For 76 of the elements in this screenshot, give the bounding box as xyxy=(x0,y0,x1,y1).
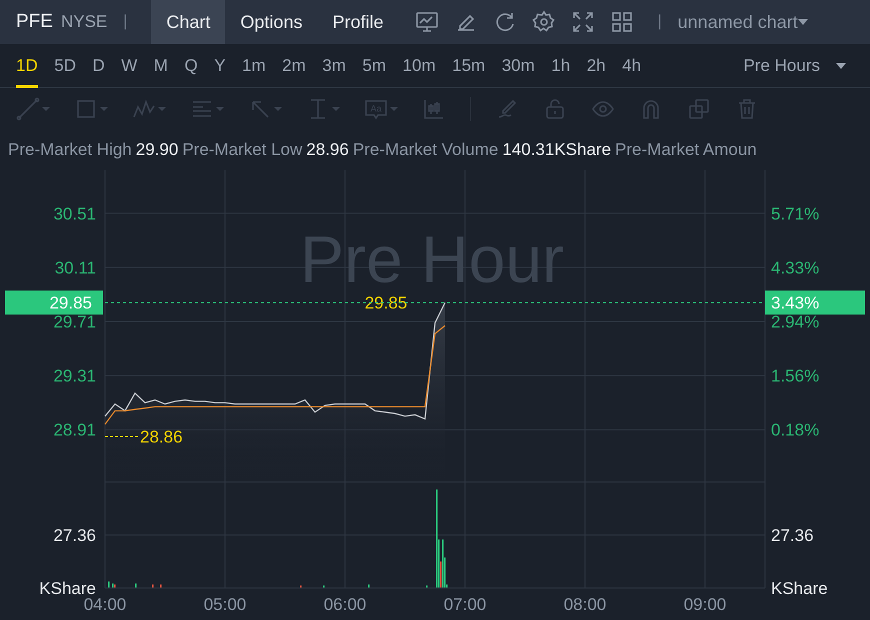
time-tick-label: 07:00 xyxy=(444,595,486,614)
nav-tab[interactable]: Options xyxy=(225,0,318,44)
nav-tab[interactable]: Chart xyxy=(151,0,226,44)
percent-tick-label: 4.33% xyxy=(771,258,820,278)
volume-tick-label: 27.36 xyxy=(53,526,96,545)
line-tool-icon xyxy=(16,97,40,121)
stat-label: Pre-Market Amoun xyxy=(615,139,757,162)
timeframe-tab[interactable]: Q xyxy=(184,44,198,88)
percent-tick-label: 5.71% xyxy=(771,204,820,224)
percent-tick-label: 1.56% xyxy=(771,366,820,386)
caret-icon xyxy=(216,106,224,112)
caret-icon xyxy=(274,106,282,112)
monitor-chart-icon[interactable] xyxy=(414,10,438,34)
low-marker-line xyxy=(104,436,138,437)
timeframe-tab[interactable]: M xyxy=(154,44,168,88)
session-dropdown[interactable]: Pre Hours xyxy=(743,52,846,78)
caret-icon xyxy=(42,106,50,112)
timeframe-tab[interactable]: 2m xyxy=(282,44,306,88)
timeframe-tab[interactable]: 15m xyxy=(452,44,486,88)
timeframe-tab[interactable]: D xyxy=(92,44,105,88)
ticker-symbol: PFE xyxy=(16,10,53,34)
stat-label: Pre-Market Low xyxy=(182,139,302,162)
caret-icon xyxy=(798,18,808,26)
stat-label: Pre-Market High xyxy=(8,139,132,162)
lock-icon xyxy=(543,97,567,121)
timeframe-tab[interactable]: 1h xyxy=(551,44,570,88)
current-change-text: 3.43% xyxy=(771,294,820,313)
grid-layout-icon[interactable] xyxy=(610,10,634,34)
time-tick-label: 09:00 xyxy=(684,595,726,614)
timeframe-tab[interactable]: 2h xyxy=(586,44,606,88)
time-tick-label: 04:00 xyxy=(84,595,126,614)
time-tick-label: 08:00 xyxy=(564,595,606,614)
separator: | xyxy=(123,12,128,32)
price-tick-label: 29.31 xyxy=(53,366,96,386)
stat-value: 28.96 xyxy=(306,139,349,162)
fullscreen-icon[interactable] xyxy=(570,10,594,34)
caret-icon xyxy=(100,106,108,112)
chart-name-dropdown[interactable]: unnamed chart xyxy=(678,8,808,36)
timeframe-tab[interactable]: 5m xyxy=(362,44,386,88)
stat-value: 140.31KShare xyxy=(502,139,612,162)
timeframe-tab[interactable]: 1D xyxy=(16,44,38,88)
price-tick-label: 30.11 xyxy=(54,258,96,278)
exchange-label: NYSE xyxy=(60,11,108,34)
separator: | xyxy=(658,12,662,32)
volume-tick-label: 27.36 xyxy=(771,526,814,545)
percent-tick-label: 2.94% xyxy=(771,312,820,332)
caret-icon xyxy=(390,106,398,112)
percent-tick-label: 0.18% xyxy=(771,420,820,440)
timeframe-tab[interactable]: Y xyxy=(214,44,226,88)
timeframe-tab[interactable]: 1m xyxy=(242,44,266,88)
price-tick-label: 28.91 xyxy=(53,420,96,440)
current-price-text: 29.85 xyxy=(49,294,92,313)
time-tick-label: 05:00 xyxy=(204,595,246,614)
caret-icon xyxy=(332,106,340,112)
timeframe-tab[interactable]: 5D xyxy=(54,44,76,88)
price-tick-label: 30.51 xyxy=(53,204,96,224)
caret-icon xyxy=(158,106,166,112)
timeframe-tab[interactable]: 4h xyxy=(622,44,642,88)
settings-icon[interactable] xyxy=(532,10,556,34)
stat-label: Pre-Market Volume xyxy=(352,139,498,162)
nav-tab[interactable]: Profile xyxy=(317,0,398,44)
rectangle-icon xyxy=(74,97,98,121)
volume-unit-label: KShare xyxy=(771,579,828,598)
timeframe-tab[interactable]: 3m xyxy=(322,44,346,88)
volume-unit-label: KShare xyxy=(39,579,96,598)
caret-icon xyxy=(836,62,846,70)
low-marker-label: 28.86 xyxy=(140,428,183,446)
price-marker-label: 29.85 xyxy=(364,294,408,313)
timeframe-tab[interactable]: 10m xyxy=(402,44,436,88)
layers-icon xyxy=(687,97,711,121)
timeframe-tab[interactable]: 30m xyxy=(502,44,535,88)
price-tick-label: 29.71 xyxy=(53,312,96,332)
time-tick-label: 06:00 xyxy=(324,595,366,614)
candlestick-icon xyxy=(422,97,446,121)
timeframe-tab[interactable]: W xyxy=(121,44,138,88)
stat-value: 29.90 xyxy=(136,139,178,162)
